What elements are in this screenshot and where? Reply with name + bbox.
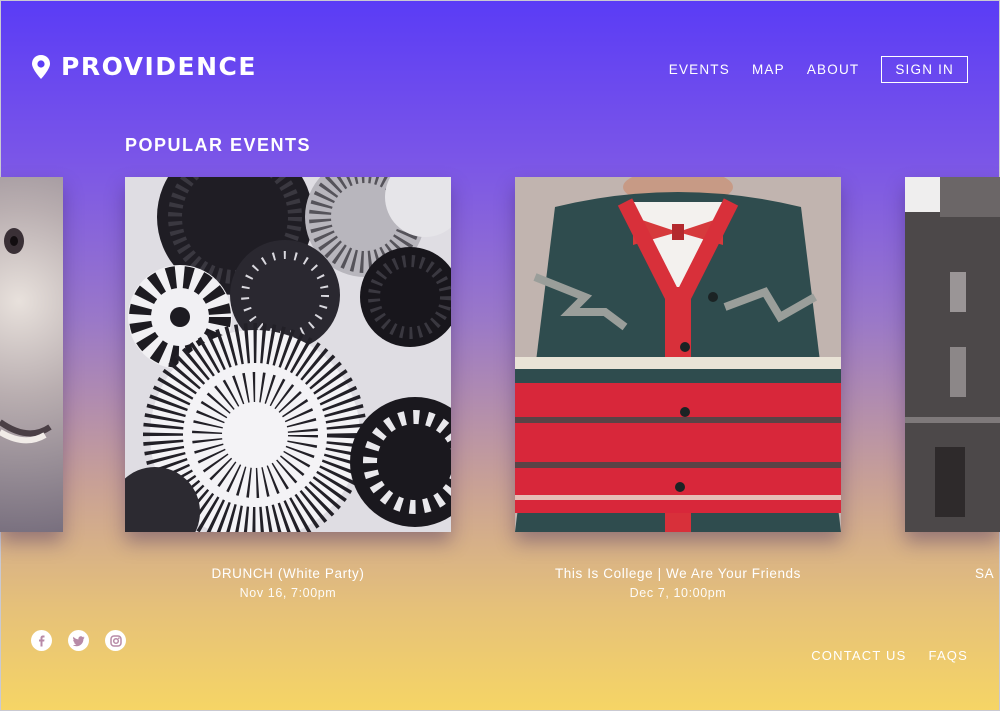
twitter-icon[interactable] [68,630,89,651]
event-name[interactable]: DRUNCH (White Party) [125,566,451,581]
event-card-this-is-college[interactable] [515,177,841,532]
sign-in-button[interactable]: SIGN IN [881,56,968,83]
event-image-sweater [515,177,841,532]
event-date: Nov 16, 7:00pm [239,586,337,600]
location-pin-icon [32,54,50,79]
event-image-face [0,228,52,444]
event-image-building [905,177,1000,532]
top-nav: EVENTS MAP ABOUT SIGN IN [647,56,968,83]
nav-map[interactable]: MAP [752,62,785,77]
event-date: Dec 7, 10:00pm [629,586,727,600]
event-caption-this-is-college: This Is College | We Are Your Friends De… [515,566,841,600]
footer-links: CONTACT US FAQS [811,648,968,663]
instagram-icon[interactable] [105,630,126,651]
contact-us-link[interactable]: CONTACT US [811,648,906,663]
nav-about[interactable]: ABOUT [807,62,860,77]
section-title: POPULAR EVENTS [125,135,312,155]
event-card-previous[interactable] [0,177,63,532]
nav-events[interactable]: EVENTS [669,62,730,77]
social-links [31,630,126,651]
brand-name: PROVIDENCE [61,52,257,81]
event-name[interactable]: SA [975,566,1000,581]
event-card-drunch[interactable] [125,177,451,532]
faqs-link[interactable]: FAQS [929,648,968,663]
event-image-paper-fans [125,177,451,532]
event-caption-drunch: DRUNCH (White Party) Nov 16, 7:00pm [125,566,451,600]
brand-logo[interactable]: PROVIDENCE [31,52,257,81]
event-caption-next: SA [975,566,1000,581]
event-name[interactable]: This Is College | We Are Your Friends [515,566,841,581]
event-card-next[interactable] [905,177,1000,532]
facebook-icon[interactable] [31,630,52,651]
